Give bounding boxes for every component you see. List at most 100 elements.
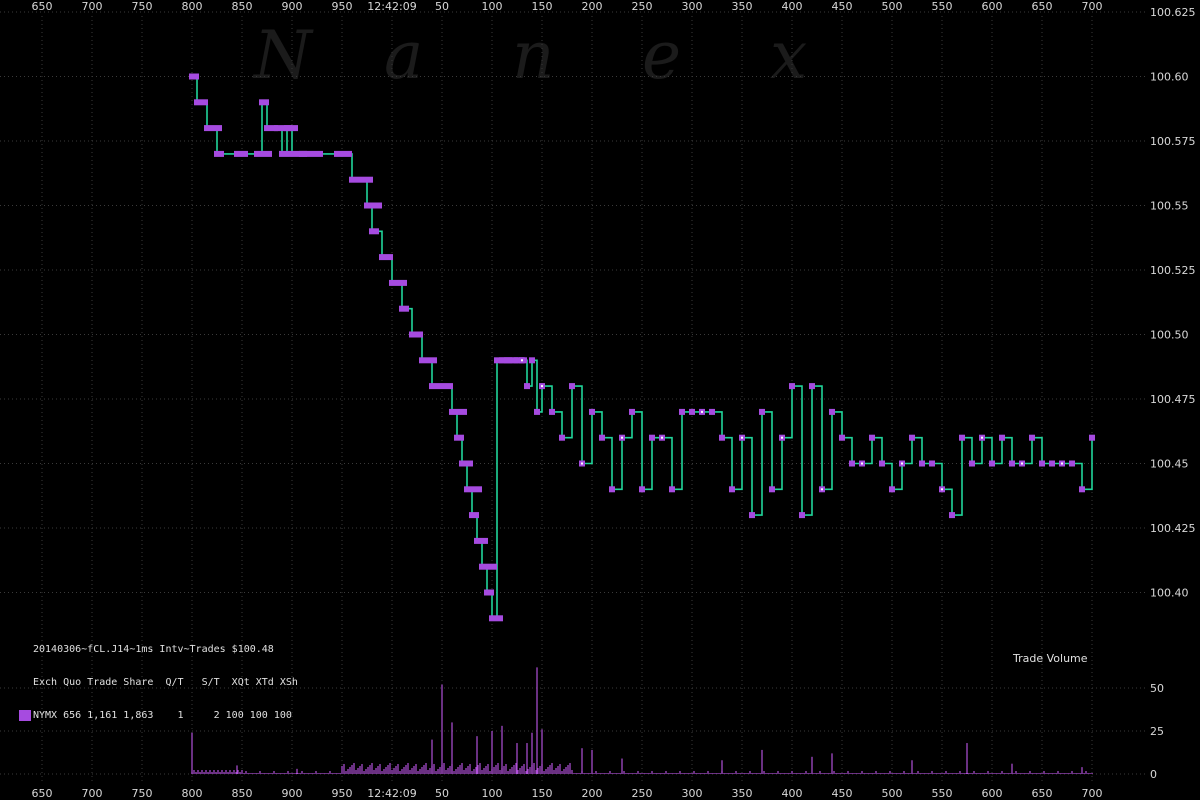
trade-marker-dot (821, 488, 823, 491)
trade-marker (589, 408, 595, 415)
trade-marker (359, 176, 373, 183)
trade-marker (949, 512, 955, 519)
price-tick-label: 100.40 (1150, 587, 1189, 600)
trade-marker-dot (781, 436, 783, 439)
x-tick-label: 600 (982, 0, 1003, 13)
trade-marker (1029, 434, 1035, 441)
volume-tick-label: 25 (1150, 725, 1164, 738)
watermark-letter: e (642, 17, 681, 94)
trade-marker (449, 408, 467, 415)
x-tick-label: 150 (532, 0, 553, 13)
volume-axis-label: Trade Volume (1013, 652, 1088, 665)
trade-marker (1079, 486, 1085, 493)
trade-marker (919, 460, 925, 467)
trade-marker (889, 486, 895, 493)
trade-marker (709, 408, 715, 415)
price-tick-label: 100.425 (1150, 522, 1196, 535)
trade-marker (534, 408, 540, 415)
symbol-title: 20140306~fCL.J14~1ms Intv~Trades $100.48 (33, 644, 274, 655)
trade-marker (529, 357, 535, 364)
trade-marker (569, 383, 575, 390)
price-tick-label: 100.45 (1150, 458, 1189, 471)
volume-tick-label: 50 (1150, 682, 1164, 695)
trade-marker (849, 460, 855, 467)
trade-marker (809, 383, 815, 390)
info-row: NYMX 656 1,161 1,863 1 2 100 100 100 (19, 710, 298, 721)
trade-marker (379, 254, 393, 261)
watermark-letter: x (770, 17, 807, 94)
x-tick-label: 350 (732, 0, 753, 13)
trade-marker (234, 150, 248, 157)
trade-marker (909, 434, 915, 441)
trade-marker (639, 486, 645, 493)
trade-marker (469, 512, 479, 519)
trade-marker (364, 202, 382, 209)
trade-marker (719, 434, 725, 441)
trade-marker (524, 383, 530, 390)
trade-marker (1069, 460, 1075, 467)
price-axis: 100.625 100.60 100.575 100.55 100.525 100.50 1… (1150, 6, 1196, 600)
x-tick-label: 350 (732, 787, 753, 800)
trade-marker (959, 434, 965, 441)
price-tick-label: 100.475 (1150, 393, 1196, 406)
trade-marker-dot (621, 436, 623, 439)
trade-marker-dot (981, 436, 983, 439)
price-tick-label: 100.575 (1150, 135, 1196, 148)
trade-marker-dot (1061, 462, 1063, 465)
trade-marker (839, 434, 845, 441)
trade-marker (1009, 460, 1015, 467)
trade-marker (489, 615, 503, 622)
trade-marker (929, 460, 935, 467)
x-tick-label: 100 (482, 787, 503, 800)
trade-marker (869, 434, 875, 441)
x-tick-label: 250 (632, 787, 653, 800)
x-tick-label: 500 (882, 787, 903, 800)
trade-marker (629, 408, 635, 415)
trade-marker-dot (901, 462, 903, 465)
info-panel: 20140306~fCL.J14~1ms Intv~Trades $100.48… (19, 622, 298, 732)
info-row-text: NYMX 656 1,161 1,863 1 2 100 100 100 (33, 710, 292, 721)
trade-marker (599, 434, 605, 441)
x-tick-label: 300 (682, 787, 703, 800)
x-tick-label: 900 (282, 787, 303, 800)
trade-marker (429, 383, 439, 390)
x-tick-label: 200 (582, 787, 603, 800)
x-axis-top: 650 700 750 800 850 900 950 12:42:09 50 100 150 200… (32, 0, 1103, 13)
x-tick-label: 950 (332, 0, 353, 13)
trade-marker (484, 589, 494, 596)
trade-marker (369, 228, 379, 235)
trade-marker-dot (541, 385, 543, 388)
trade-marker-dot (941, 488, 943, 491)
trade-marker (769, 486, 775, 493)
x-tick-label: 650 (1032, 0, 1053, 13)
trade-marker (194, 99, 208, 106)
x-tick-label: 50 (435, 787, 449, 800)
x-tick-label: 850 (232, 787, 253, 800)
trade-marker-dot (581, 462, 583, 465)
trade-marker (474, 537, 488, 544)
trade-marker (789, 383, 795, 390)
price-tick-label: 100.60 (1150, 71, 1189, 84)
trade-marker (609, 486, 615, 493)
x-tick-label: 12:42:09 (367, 787, 416, 800)
trade-marker (759, 408, 765, 415)
trade-marker (254, 150, 272, 157)
trade-marker (459, 460, 473, 467)
trade-marker (829, 408, 835, 415)
x-tick-label: 300 (682, 0, 703, 13)
x-tick-label: 450 (832, 0, 853, 13)
nymx-swatch (19, 710, 31, 721)
watermark-letter: N (252, 17, 314, 94)
trade-marker (679, 408, 685, 415)
trade-marker (479, 563, 497, 570)
x-tick-label: 500 (882, 0, 903, 13)
x-tick-label: 700 (1082, 787, 1103, 800)
x-tick-label: 12:42:09 (367, 0, 416, 13)
x-tick-label: 700 (1082, 0, 1103, 13)
info-header: Exch Quo Trade Share Q/T S/T XQt XTd XSh (33, 677, 298, 688)
trade-marker (299, 150, 309, 157)
trade-marker (1089, 434, 1095, 441)
trade-marker (284, 125, 298, 132)
watermark-letter: a (384, 17, 423, 94)
x-tick-label: 650 (32, 787, 53, 800)
